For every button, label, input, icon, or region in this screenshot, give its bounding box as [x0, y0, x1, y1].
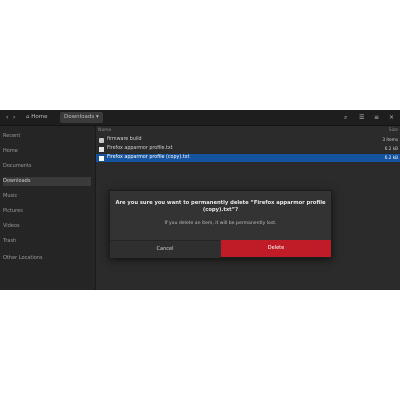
sidebar-item-label: Pictures [3, 208, 23, 214]
sidebar-item-downloads[interactable]: Downloads [3, 177, 91, 186]
sidebar-item-videos[interactable]: Videos [3, 222, 91, 231]
dialog-title: Are you sure you want to permanently del… [115, 200, 326, 213]
cancel-button[interactable]: Cancel [110, 240, 220, 258]
list-item[interactable]: Firefox apparmor profile.txt 6.2 kB [96, 145, 400, 153]
sidebar-item-recent[interactable]: Recent [3, 132, 91, 141]
sidebar-item-label: Documents [3, 163, 32, 169]
sidebar-item-label: Videos [3, 223, 20, 229]
close-icon[interactable]: × [389, 112, 394, 123]
delete-confirmation-dialog: Are you sure you want to permanently del… [109, 190, 332, 258]
sidebar-item-label: Music [3, 193, 18, 199]
sidebar-item-label: Trash [3, 238, 17, 244]
sidebar-item-label: Other Locations [3, 255, 43, 261]
sidebar-item-other-locations[interactable]: Other Locations [3, 254, 91, 263]
text-file-icon [99, 155, 104, 161]
dialog-message: If you delete an item, it will be perman… [164, 221, 277, 226]
home-icon: ⌂ [26, 114, 30, 120]
sidebar-item-label: Recent [3, 133, 21, 139]
sidebar-item-home[interactable]: Home [3, 147, 91, 156]
column-header-name[interactable]: Name [98, 128, 111, 133]
menu-icon[interactable]: ≡ [374, 112, 379, 123]
sidebar-item-label: Downloads [3, 178, 31, 184]
sidebar-item-trash[interactable]: Trash [3, 237, 91, 246]
back-arrow-icon[interactable]: ‹ [6, 112, 8, 123]
file-name: Firefox apparmor profile (copy).txt [107, 155, 190, 160]
view-list-icon[interactable]: ☰ [359, 112, 364, 123]
breadcrumb-current-label: Downloads [64, 114, 95, 120]
column-header-size[interactable]: Size [389, 128, 398, 133]
header-bar: ‹ › ⌂ Home Downloads ▾ ⌕ ☰ ≡ × [0, 110, 400, 126]
breadcrumb-home-label: Home [31, 114, 48, 120]
folder-icon [99, 137, 104, 143]
sidebar-item-documents[interactable]: Documents [3, 162, 91, 171]
sidebar-item-pictures[interactable]: Pictures [3, 207, 91, 216]
sidebar-item-label: Home [3, 148, 18, 154]
list-item-selected[interactable]: Firefox apparmor profile (copy).txt 6.2 … [96, 154, 400, 162]
text-file-icon [99, 146, 104, 152]
file-size: 6.2 kB [384, 155, 398, 160]
file-size: 3 items [382, 137, 398, 142]
sidebar: Recent Home Documents Downloads Music Pi… [0, 126, 96, 290]
file-size: 6.2 kB [384, 146, 398, 151]
list-item[interactable]: firmware build 3 items [96, 136, 400, 144]
breadcrumb-current[interactable]: Downloads ▾ [60, 112, 103, 123]
forward-arrow-icon[interactable]: › [13, 112, 15, 123]
file-name: firmware build [107, 137, 142, 142]
sidebar-item-music[interactable]: Music [3, 192, 91, 201]
file-name: Firefox apparmor profile.txt [107, 146, 173, 151]
chevron-down-icon: ▾ [95, 114, 99, 120]
delete-button[interactable]: Delete [221, 240, 331, 257]
search-icon[interactable]: ⌕ [344, 112, 347, 123]
breadcrumb-home[interactable]: ⌂ Home [22, 112, 52, 123]
